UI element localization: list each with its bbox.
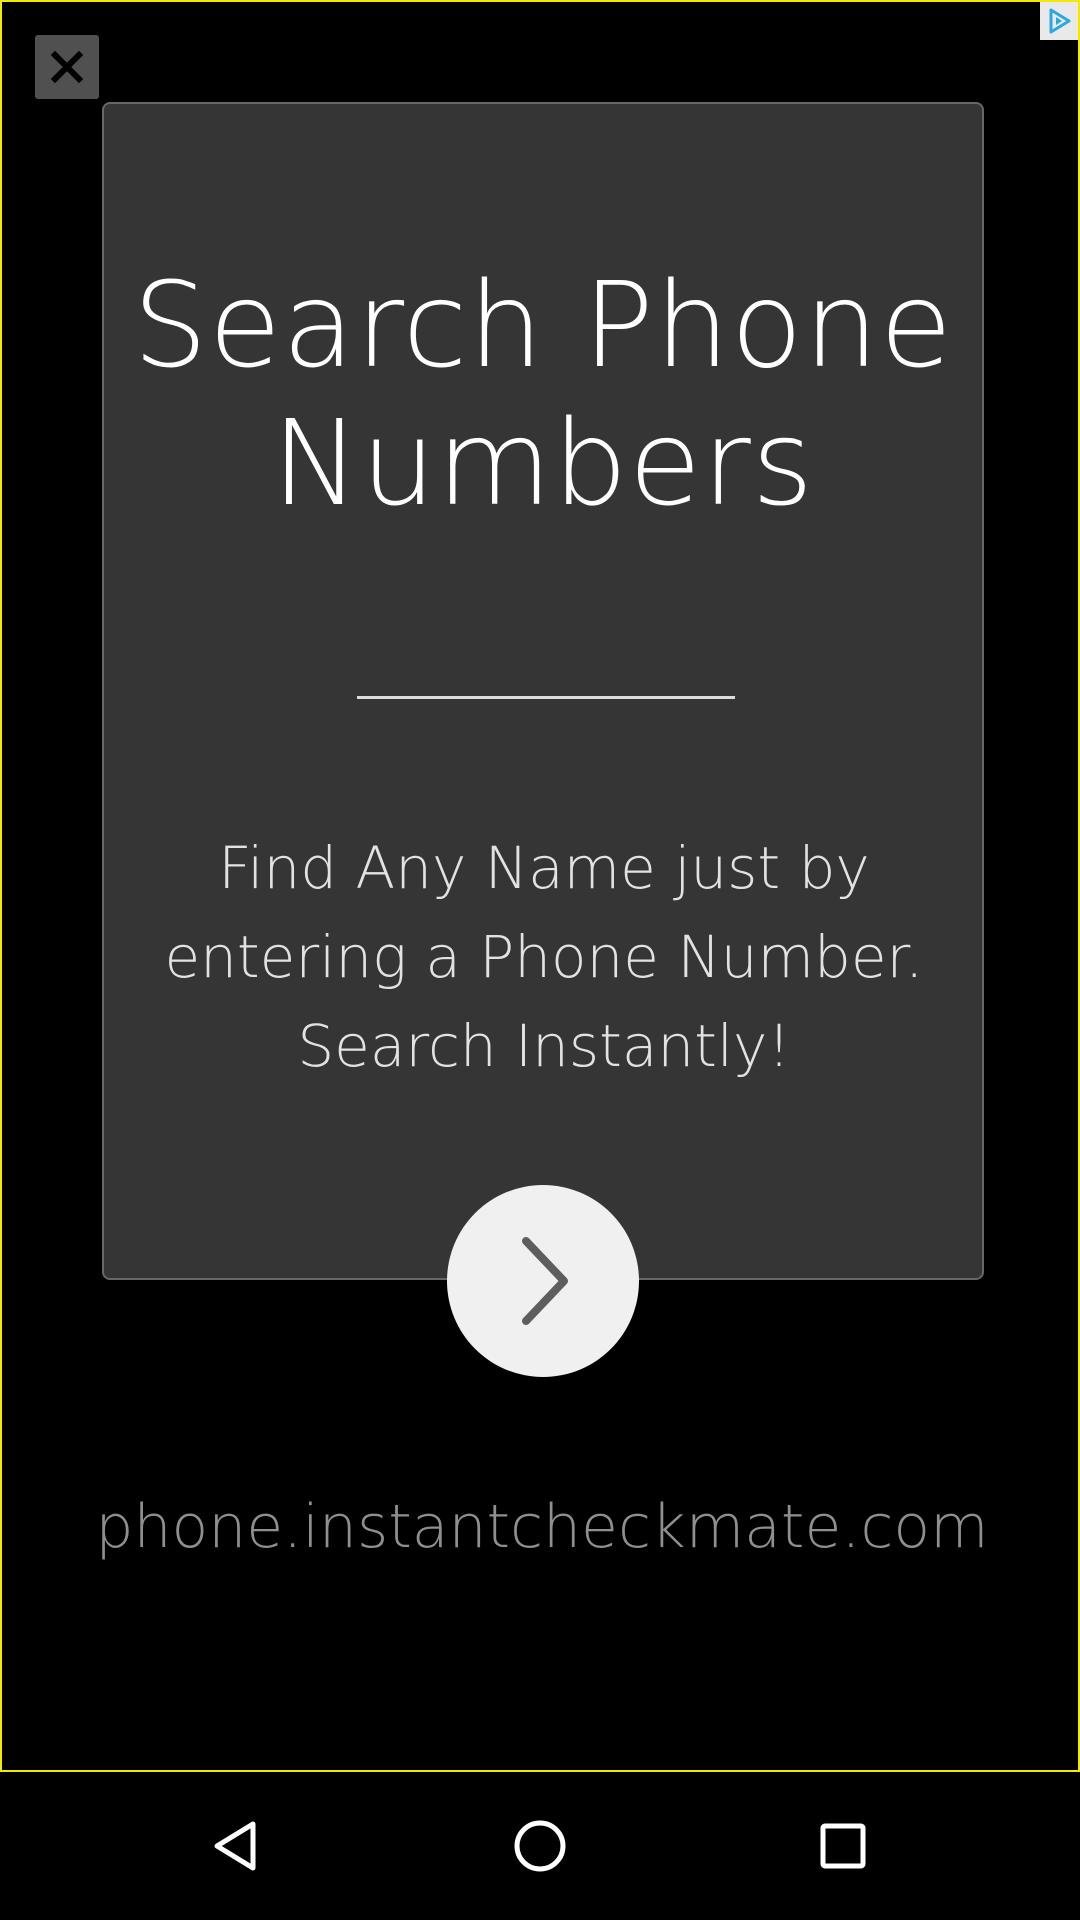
promo-title: Search Phone Numbers: [132, 256, 954, 532]
promo-description: Find Any Name just by entering a Phone N…: [164, 834, 924, 1080]
promo-card[interactable]: Search Phone Numbers Find Any Name just …: [102, 102, 984, 1280]
android-nav-bar: [0, 1772, 1080, 1920]
close-icon: [50, 50, 84, 84]
back-icon: [214, 1821, 256, 1871]
advertiser-domain[interactable]: phone.instantcheckmate.com: [2, 1487, 1078, 1567]
title-divider: [357, 696, 735, 699]
adchoices-button[interactable]: [1040, 2, 1078, 40]
home-icon: [514, 1820, 566, 1872]
home-button[interactable]: [490, 1796, 590, 1896]
interstitial-ad: Search Phone Numbers Find Any Name just …: [0, 0, 1080, 1772]
adchoices-icon: [1049, 8, 1071, 34]
recents-icon: [820, 1823, 866, 1869]
back-button[interactable]: [187, 1796, 287, 1896]
chevron-right-icon: [522, 1237, 568, 1325]
screen: Search Phone Numbers Find Any Name just …: [0, 0, 1080, 1920]
close-ad-button[interactable]: [35, 35, 99, 99]
next-button[interactable]: [447, 1185, 639, 1377]
recents-button[interactable]: [793, 1796, 893, 1896]
